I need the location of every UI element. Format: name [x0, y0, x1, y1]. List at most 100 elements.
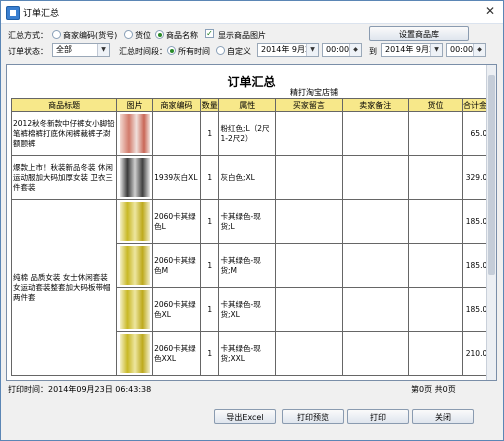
seller-note — [341, 331, 409, 376]
merchant-code: 2060卡其绿色L — [152, 199, 201, 244]
radio-all-time-label: 所有时间 — [178, 47, 210, 56]
shop-name: 精打淘宝店铺 — [290, 88, 338, 97]
table-row: 爆款上市！秋装新品冬装 休闲运动服加大码加厚女装 卫衣三件套装 1939灰白XL… — [10, 155, 496, 200]
col-header: 数量 — [199, 98, 220, 112]
spinner-icon: ◆ — [349, 44, 361, 56]
radio-custom-label: 自定义 — [227, 47, 251, 56]
product-image — [119, 158, 150, 197]
table-header-row: 商品标题 图片 商家编码 数量 属性 买家留言 卖家备注 货位 合计金额 — [10, 98, 496, 112]
to-label: 到 — [369, 47, 377, 56]
order-status-select[interactable]: 全部 ▼ — [52, 43, 110, 57]
attributes: 粉红色;L（2尺1-2尺2） — [218, 111, 277, 156]
product-image-cell — [116, 199, 154, 244]
chevron-down-icon: ▼ — [97, 44, 109, 56]
seller-note — [341, 155, 409, 200]
buyer-message — [275, 243, 343, 288]
order-status-label: 订单状态： — [8, 47, 48, 56]
radio-custom[interactable] — [216, 46, 225, 55]
product-title: 爆款上市！秋装新品冬装 休闲运动服加大码加厚女装 卫衣三件套装 — [10, 155, 118, 200]
action-bar: 导出Excel 打印预览 打印 关闭 — [1, 401, 503, 440]
product-image — [119, 334, 150, 373]
show-image-checkbox[interactable]: ✓ — [205, 29, 214, 38]
calendar-dropdown-icon: ▼ — [306, 44, 318, 56]
time-range-label: 汇总时间段： — [119, 47, 167, 56]
summary-mode-label: 汇总方式： — [8, 31, 48, 40]
product-image — [119, 114, 150, 153]
product-image — [119, 202, 150, 241]
col-header: 商家编码 — [152, 98, 201, 112]
seller-note — [341, 111, 409, 156]
export-excel-button[interactable]: 导出Excel — [214, 409, 276, 424]
seller-note — [341, 199, 409, 244]
radio-location[interactable] — [124, 30, 133, 39]
radio-product-name-label: 商品名称 — [166, 31, 198, 40]
seller-note — [341, 243, 409, 288]
col-header: 货位 — [407, 98, 463, 112]
location — [407, 287, 463, 332]
merchant-code: 2060卡其绿色M — [152, 243, 201, 288]
quantity: 1 — [199, 287, 220, 332]
radio-all-time[interactable] — [167, 46, 176, 55]
time-to-spinner[interactable]: 00:00 ◆ — [446, 43, 486, 57]
product-image — [119, 246, 150, 285]
buyer-message — [275, 111, 343, 156]
product-image — [119, 290, 150, 329]
report-title: 订单汇总 — [227, 75, 276, 89]
radio-merchant-code-label: 商家编码(货号) — [63, 31, 118, 40]
location — [407, 199, 463, 244]
merchant-code: 2060卡其绿色XL — [152, 287, 201, 332]
col-header: 属性 — [218, 98, 277, 112]
col-header: 商品标题 — [10, 98, 118, 112]
product-image-cell — [116, 243, 154, 288]
seller-note — [341, 287, 409, 332]
order-status-value: 全部 — [56, 45, 72, 54]
radio-location-label: 货位 — [135, 31, 151, 40]
attributes: 卡其绿色-现货;M — [218, 243, 277, 288]
quantity: 1 — [199, 199, 220, 244]
print-button[interactable]: 打印 — [347, 409, 409, 424]
close-icon[interactable]: ✕ — [485, 4, 495, 18]
location — [407, 331, 463, 376]
close-button[interactable]: 关闭 — [412, 409, 474, 424]
merchant-code: 2060卡其绿色XXL — [152, 331, 201, 376]
window-title: 订单汇总 — [23, 9, 60, 19]
merchant-code — [152, 111, 201, 156]
quantity: 1 — [199, 331, 220, 376]
report-preview[interactable]: 订单汇总 精打淘宝店铺 商品标题 图片 商家编码 数量 属性 买家留言 卖家备注… — [6, 64, 497, 381]
product-image-cell — [116, 111, 154, 156]
attributes: 卡其绿色-现货;XXL — [218, 331, 277, 376]
date-to-picker[interactable]: 2014年 9月23日 ▼ — [381, 43, 443, 57]
attributes: 灰白色;XL — [218, 155, 277, 200]
title-bar: 订单汇总 ✕ — [1, 1, 503, 24]
time-to-value: 00:00 — [450, 45, 474, 54]
calendar-dropdown-icon: ▼ — [430, 44, 442, 56]
summary-table: 商品标题 图片 商家编码 数量 属性 买家留言 卖家备注 货位 合计金额 201… — [10, 98, 496, 376]
set-product-library-button[interactable]: 设置商品库 — [369, 26, 469, 41]
time-from-value: 00:00 — [326, 45, 350, 54]
print-preview-button[interactable]: 打印预览 — [282, 409, 344, 424]
show-image-label: 显示商品图片 — [218, 31, 266, 40]
location — [407, 155, 463, 200]
attributes: 卡其绿色-现货;XL — [218, 287, 277, 332]
radio-product-name[interactable] — [155, 30, 164, 39]
col-header: 图片 — [116, 98, 154, 112]
location — [407, 111, 463, 156]
col-header: 卖家备注 — [341, 98, 409, 112]
quantity: 1 — [199, 155, 220, 200]
time-from-spinner[interactable]: 00:00 ◆ — [322, 43, 362, 57]
location — [407, 243, 463, 288]
product-title: 纯棉 品质女装 女士休闲套装女运动套装整套加大码板带帽两件套 — [10, 199, 118, 376]
app-icon — [6, 6, 20, 20]
product-title: 2012秋冬新款中仔裤女小脚铅笔裤棉裤打底休闲裤裁裤子澍额颐裤 — [10, 111, 118, 156]
col-header: 买家留言 — [275, 98, 343, 112]
page-info: 第0页 共0页 — [411, 385, 456, 394]
quantity: 1 — [199, 111, 220, 156]
buyer-message — [275, 155, 343, 200]
date-from-picker[interactable]: 2014年 9月23日 ▼ — [257, 43, 319, 57]
vertical-scrollbar[interactable] — [486, 65, 496, 380]
spinner-icon: ◆ — [473, 44, 485, 56]
report-footer: 打印时间：2014年09月23日 06:43:38 第0页 共0页 — [6, 384, 497, 396]
radio-merchant-code[interactable] — [52, 30, 61, 39]
product-image-cell — [116, 331, 154, 376]
scrollbar-thumb[interactable] — [488, 75, 495, 275]
